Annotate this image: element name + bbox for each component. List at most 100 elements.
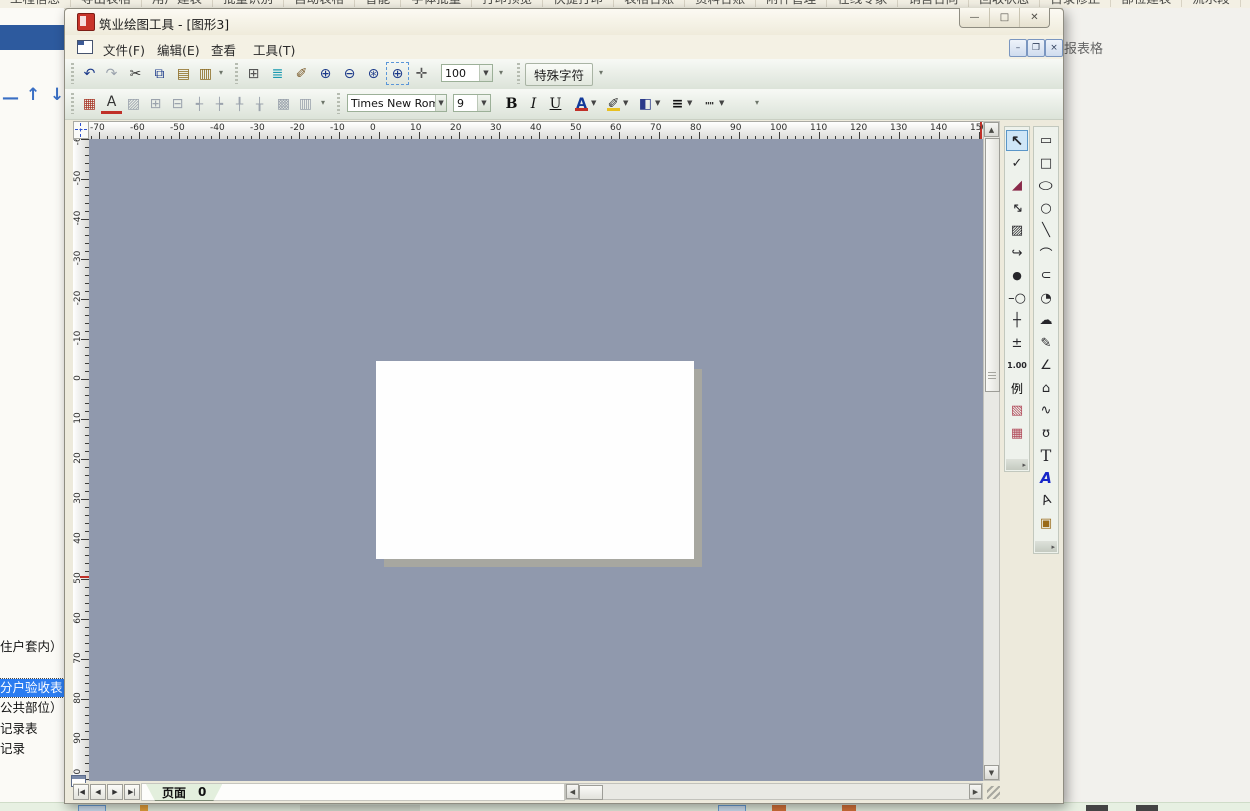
pan-hand-icon[interactable]: ✛ (411, 63, 432, 84)
sidebar-tree-item[interactable]: 记录表 (0, 720, 64, 738)
chevron-down-icon[interactable]: ▼ (623, 99, 628, 107)
background-menu-item[interactable]: 流水段 (1182, 0, 1241, 7)
font-size-combobox[interactable]: 9 ▼ (453, 94, 491, 112)
chevron-down-icon[interactable]: ▼ (719, 99, 724, 107)
menu-tools[interactable]: 工具(T) (247, 39, 301, 60)
ellipse-tool[interactable]: ○ (1035, 175, 1057, 196)
circle-tool[interactable]: ○ (1035, 198, 1057, 219)
next-page-button[interactable]: ▶ (107, 784, 123, 800)
title-bar[interactable]: 筑业绘图工具 - [图形3] — □ ✕ (65, 9, 1063, 36)
check-dimension-tool[interactable]: ✓ (1006, 153, 1028, 174)
artistic-text-tool[interactable]: A (1035, 468, 1057, 489)
horizontal-scroll-thumb[interactable] (579, 785, 603, 800)
toolbar-overflow-icon[interactable]: ▾ (599, 68, 603, 77)
merge-cells-icon[interactable]: ⊞ (145, 93, 166, 114)
scroll-up-button[interactable]: ▲ (984, 122, 999, 137)
background-menu-item[interactable]: 目录修正 (1040, 0, 1111, 7)
menu-file[interactable]: 文件(F) (97, 39, 151, 60)
special-characters-button[interactable]: 特殊字符 (525, 63, 593, 86)
background-menu-item[interactable]: 导出表格 (71, 0, 142, 7)
toolbar-overflow-icon[interactable]: ▾ (321, 98, 325, 107)
unmerge-cells-icon[interactable]: ⊟ (167, 93, 188, 114)
line-tool[interactable]: ╲ (1035, 220, 1057, 241)
palette-overflow-button[interactable]: ▸ (1035, 541, 1057, 552)
line-width-icon[interactable]: ≡ (667, 93, 688, 114)
scale-tool[interactable]: 1.00 (1006, 355, 1028, 376)
split-up-icon[interactable]: ╀ (229, 93, 250, 114)
background-menu-item[interactable]: 自动表格 (284, 0, 355, 7)
chevron-down-icon[interactable]: ▼ (477, 95, 490, 111)
split-right-icon[interactable]: ┾ (209, 93, 230, 114)
palette-overflow-button[interactable]: ▸ (1006, 459, 1028, 470)
minimize-button[interactable]: — (960, 8, 990, 27)
sidebar-tree-item[interactable]: 分户验收表 (0, 679, 64, 697)
background-menu-item[interactable]: 快捷打印 (543, 0, 614, 7)
hook-curve-tool[interactable]: ↪ (1006, 243, 1028, 264)
mdi-minimize-button[interactable]: – (1009, 39, 1027, 57)
page-copy-icon[interactable]: ⊞ (243, 63, 264, 84)
pin-tool[interactable]: –○ (1006, 288, 1028, 309)
font-border-icon[interactable]: A (101, 93, 122, 114)
paste-icon[interactable]: ▤ (173, 63, 194, 84)
vertical-scroll-thumb[interactable] (985, 138, 1000, 392)
split-left-icon[interactable]: ┽ (189, 93, 210, 114)
fill-gray-icon[interactable]: ▨ (123, 93, 144, 114)
legend-tool[interactable]: 例 (1006, 378, 1028, 399)
hatch-fill-tool[interactable]: ▧ (1006, 400, 1028, 421)
font-color-icon[interactable]: A (571, 93, 592, 114)
chevron-down-icon[interactable]: ▼ (591, 99, 596, 107)
toolbar-grip[interactable] (337, 93, 340, 114)
scroll-left-button[interactable]: ◀ (566, 784, 579, 799)
table-icon[interactable]: ▦ (79, 93, 100, 114)
pen-tool[interactable]: ✎ (1035, 333, 1057, 354)
resize-grip[interactable] (987, 786, 1000, 799)
region-hatch-tool[interactable]: ▦ (1006, 423, 1028, 444)
chevron-down-icon[interactable]: ▼ (435, 95, 446, 111)
italic-icon[interactable]: I (523, 93, 544, 114)
toolbar-overflow-icon[interactable]: ▾ (219, 68, 223, 77)
rectangle-tool[interactable]: ▭ (1035, 130, 1057, 151)
vertical-scrollbar[interactable]: ▲ ▼ (983, 121, 1000, 781)
bold-icon[interactable]: B (501, 93, 522, 114)
last-page-button[interactable]: ▶| (124, 784, 140, 800)
up-arrow-icon[interactable]: ↑ (26, 85, 40, 105)
freeform-tool[interactable]: ☁ (1035, 310, 1057, 331)
toolbar-overflow-icon[interactable]: ▾ (499, 68, 503, 77)
text-tool[interactable]: T (1035, 445, 1057, 466)
curve-tool[interactable]: ⊂ (1035, 265, 1057, 286)
copy-icon[interactable]: ⧉ (149, 63, 170, 84)
dot-tool[interactable]: ● (1006, 265, 1028, 286)
background-menu-item[interactable]: 附件管理 (756, 0, 827, 7)
close-button[interactable]: ✕ (1020, 8, 1049, 27)
menu-view[interactable]: 查看 (205, 39, 242, 60)
line-style-icon[interactable]: ┉ (699, 93, 720, 114)
sidebar-tree-item[interactable]: 住户套内） (0, 638, 64, 656)
down-arrow-icon[interactable]: ↓ (50, 85, 64, 105)
chevron-down-icon[interactable]: ▼ (479, 65, 492, 81)
background-menu-item[interactable]: 批量识别 (213, 0, 284, 7)
zoom-level-combobox[interactable]: 100 ▼ (441, 64, 493, 82)
measure-arrow-tool[interactable]: ↔ (1006, 198, 1028, 219)
background-menu-item[interactable]: 销售合同 (898, 0, 969, 7)
scroll-right-button[interactable]: ▶ (969, 784, 982, 799)
background-menu-item[interactable]: 回收状态 (969, 0, 1040, 7)
minus-icon[interactable]: — (2, 88, 19, 108)
maximize-button[interactable]: □ (990, 8, 1020, 27)
format-painter-icon[interactable]: ✐ (291, 63, 312, 84)
undo-icon[interactable]: ↶ (79, 63, 100, 84)
toolbar-grip[interactable] (71, 63, 74, 84)
background-menu-item[interactable]: 部位建表 (1111, 0, 1182, 7)
background-menu-item[interactable]: 智能 (355, 0, 401, 7)
pie-tool[interactable]: ◔ (1035, 288, 1057, 309)
horizontal-scrollbar[interactable]: ◀ ▶ (565, 783, 983, 800)
arc-tool[interactable]: ⌒ (1035, 243, 1057, 264)
background-menu-item[interactable]: 打印预览 (472, 0, 543, 7)
image-tool[interactable]: ▣ (1035, 513, 1057, 534)
page-tab[interactable]: 页面 0 (146, 784, 222, 801)
polyline-tool[interactable]: ∠ (1035, 355, 1057, 376)
zoom-in-icon[interactable]: ⊕ (315, 63, 336, 84)
document-icon[interactable] (77, 40, 93, 54)
polygon-tool[interactable]: ⌂ (1035, 378, 1057, 399)
zoom-selection-icon[interactable]: ⊕ (387, 63, 408, 84)
drawing-canvas[interactable] (89, 139, 983, 781)
